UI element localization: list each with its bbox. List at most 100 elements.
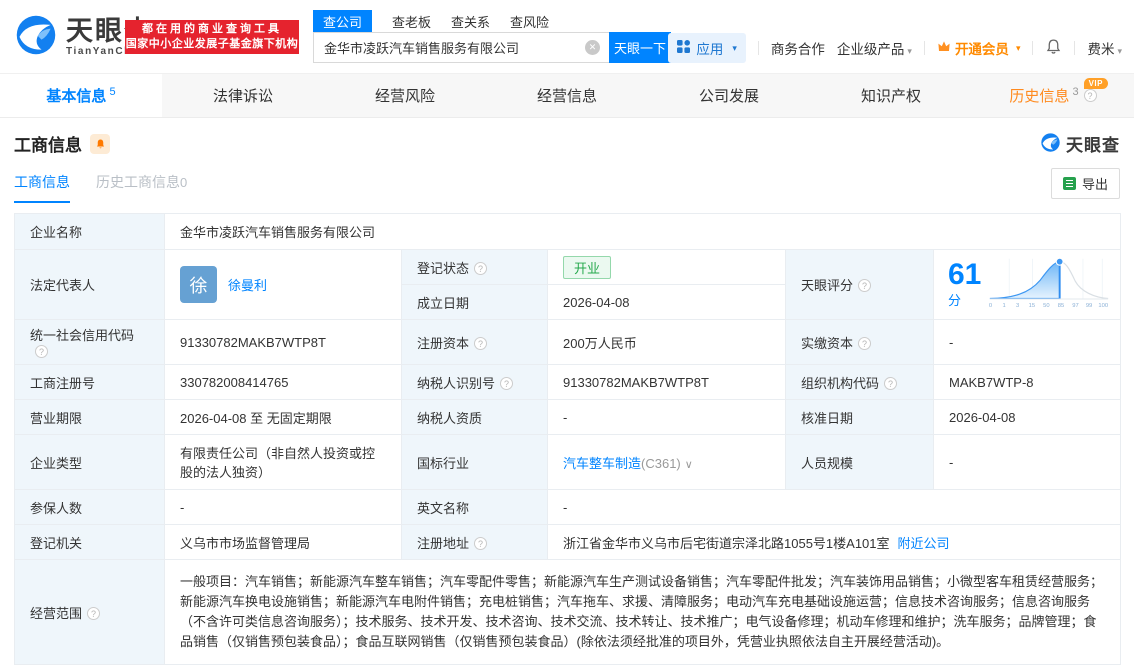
nav-cooperation[interactable]: 商务合作: [771, 38, 825, 58]
help-icon[interactable]: [858, 279, 872, 292]
open-vip[interactable]: 开通会员: [937, 38, 1021, 58]
search-tab-boss[interactable]: 查老板: [392, 12, 431, 31]
help-icon[interactable]: [35, 345, 48, 358]
taxpayer-quality-label: 纳税人资质: [401, 399, 548, 435]
divider: [1032, 41, 1034, 55]
monitor-bell-icon[interactable]: [90, 133, 110, 154]
help-icon[interactable]: [87, 606, 101, 620]
help-icon[interactable]: [474, 336, 488, 350]
search-input[interactable]: [313, 32, 609, 63]
grid-icon: [677, 40, 691, 56]
search-tab-company[interactable]: 查公司: [313, 9, 373, 33]
help-icon[interactable]: [858, 336, 872, 350]
svg-text:97: 97: [1072, 303, 1078, 309]
subtab-history-business-info[interactable]: 历史工商信息0: [96, 172, 187, 203]
export-button[interactable]: 导出: [1050, 168, 1120, 199]
search-tab-relation[interactable]: 查关系: [451, 12, 490, 31]
user-menu[interactable]: 费米: [1087, 38, 1122, 58]
tab-legal-proceedings[interactable]: 法律诉讼: [162, 74, 324, 117]
company-type-label: 企业类型: [14, 434, 165, 490]
tab-count: 5: [109, 85, 116, 98]
tab-basic-info[interactable]: 基本信息 5: [0, 74, 162, 117]
reg-capital-label: 注册资本: [401, 319, 548, 365]
paid-capital-value: -: [933, 319, 1121, 365]
insured-value: -: [164, 489, 402, 525]
svg-text:50: 50: [1043, 303, 1049, 309]
nav-enterprise[interactable]: 企业级产品: [837, 38, 912, 58]
company-name-value: 金华市凌跃汽车销售服务有限公司: [164, 213, 1121, 250]
legal-rep-label: 法定代表人: [14, 249, 165, 320]
address-value: 浙江省金华市义乌市后宅街道宗泽北路1055号1楼A101室: [563, 535, 890, 551]
score-cell: 61分 0 1 3 15 50 85 97 99 100: [933, 249, 1121, 320]
avatar[interactable]: 徐: [180, 266, 217, 303]
legal-rep-cell: 徐 徐曼利: [164, 249, 402, 320]
slogan-line2: 国家中小企业发展子基金旗下机构: [125, 38, 299, 50]
paid-capital-label: 实缴资本: [785, 319, 934, 365]
divider: [1074, 41, 1076, 55]
approval-date-value: 2026-04-08: [933, 399, 1121, 435]
reg-number-label: 工商注册号: [14, 364, 165, 400]
industry-cell: 汽车整车制造(C361) ∨: [547, 434, 786, 490]
industry-link[interactable]: 汽车整车制造: [563, 456, 641, 471]
legal-rep-link[interactable]: 徐曼利: [228, 275, 267, 294]
staff-size-label: 人员规模: [785, 434, 934, 490]
tab-company-development[interactable]: 公司发展: [648, 74, 810, 117]
establish-date-label: 成立日期: [401, 284, 548, 320]
help-icon[interactable]: [1083, 89, 1097, 102]
tab-operating-info[interactable]: 经营信息: [486, 74, 648, 117]
reg-status-label: 登记状态: [401, 249, 548, 285]
help-icon[interactable]: [884, 376, 898, 390]
score-unit: 分: [948, 293, 962, 308]
watermark-logo: 天眼查: [1040, 131, 1120, 156]
watermark-text: 天眼查: [1066, 136, 1120, 155]
notification-bell-icon[interactable]: [1045, 38, 1062, 58]
business-scope-label: 经营范围: [14, 559, 165, 665]
apps-label: 应用: [696, 42, 724, 57]
chevron-down-icon[interactable]: ∨: [685, 459, 693, 471]
section-title: 工商信息: [14, 136, 82, 155]
apps-menu[interactable]: 应用: [668, 33, 746, 63]
vip-badge: VIP: [1083, 78, 1108, 89]
org-code-value: MAKB7WTP-8: [933, 364, 1121, 400]
subtab-business-info[interactable]: 工商信息: [14, 172, 70, 203]
nearby-companies-link[interactable]: 附近公司: [898, 536, 950, 551]
status-badge: 开业: [563, 255, 612, 279]
content-area: 工商信息 天眼查 工商信息 历史工商信息0 导出 企业名称 金华市凌跃汽车销售服…: [0, 131, 1134, 665]
top-bar: 天眼查 TianYanCha.com 都在用的商业查询工具 国家中小企业发展子基…: [0, 0, 1134, 74]
search-area: 查公司 查老板 查关系 查风险 天眼一下: [313, 9, 671, 63]
slogan-line1: 都在用的商业查询工具: [142, 23, 282, 35]
company-type-value: 有限责任公司（非自然人投资或控股的法人独资）: [164, 434, 402, 490]
english-name-value: -: [547, 489, 1121, 525]
search-button[interactable]: 天眼一下: [609, 32, 671, 63]
business-info-table: 企业名称 金华市凌跃汽车销售服务有限公司 法定代表人 徐 徐曼利 登记状态 开业…: [14, 213, 1121, 665]
crown-icon: [937, 40, 951, 56]
slogan-banner: 都在用的商业查询工具 国家中小企业发展子基金旗下机构: [125, 20, 299, 54]
excel-icon: [1062, 177, 1076, 190]
clear-icon[interactable]: [585, 40, 600, 55]
help-icon[interactable]: [474, 261, 488, 275]
industry-label: 国标行业: [401, 434, 548, 490]
score-label: 天眼评分: [785, 249, 934, 320]
tianyancha-wave-icon: [14, 13, 58, 60]
tianyancha-wave-icon: [1040, 132, 1061, 156]
tab-count: 3: [1072, 85, 1079, 98]
svg-text:1: 1: [1002, 303, 1005, 309]
score-distribution-chart: 0 1 3 15 50 85 97 99 100: [986, 254, 1112, 315]
reg-number-value: 330782008414765: [164, 364, 402, 400]
svg-text:3: 3: [1016, 303, 1019, 309]
credit-code-label: 统一社会信用代码: [14, 319, 165, 365]
tab-intellectual-property[interactable]: 知识产权: [810, 74, 972, 117]
svg-text:0: 0: [989, 303, 992, 309]
staff-size-value: -: [933, 434, 1121, 490]
reg-status-cell: 开业: [547, 249, 786, 285]
taxpayer-quality-value: -: [547, 399, 786, 435]
business-scope-value: 一般项目：汽车销售；新能源汽车整车销售；汽车零配件零售；新能源汽车生产测试设备销…: [164, 559, 1121, 665]
help-icon[interactable]: [474, 536, 488, 550]
search-tab-risk[interactable]: 查风险: [510, 12, 549, 31]
tab-history-info[interactable]: VIP 历史信息 3: [972, 74, 1134, 117]
help-icon[interactable]: [500, 376, 514, 390]
tab-operating-risk[interactable]: 经营风险: [324, 74, 486, 117]
business-term-value: 2026-04-08 至 无固定期限: [164, 399, 402, 435]
address-label: 注册地址: [401, 524, 548, 560]
credit-code-value: 91330782MAKB7WTP8T: [164, 319, 402, 365]
